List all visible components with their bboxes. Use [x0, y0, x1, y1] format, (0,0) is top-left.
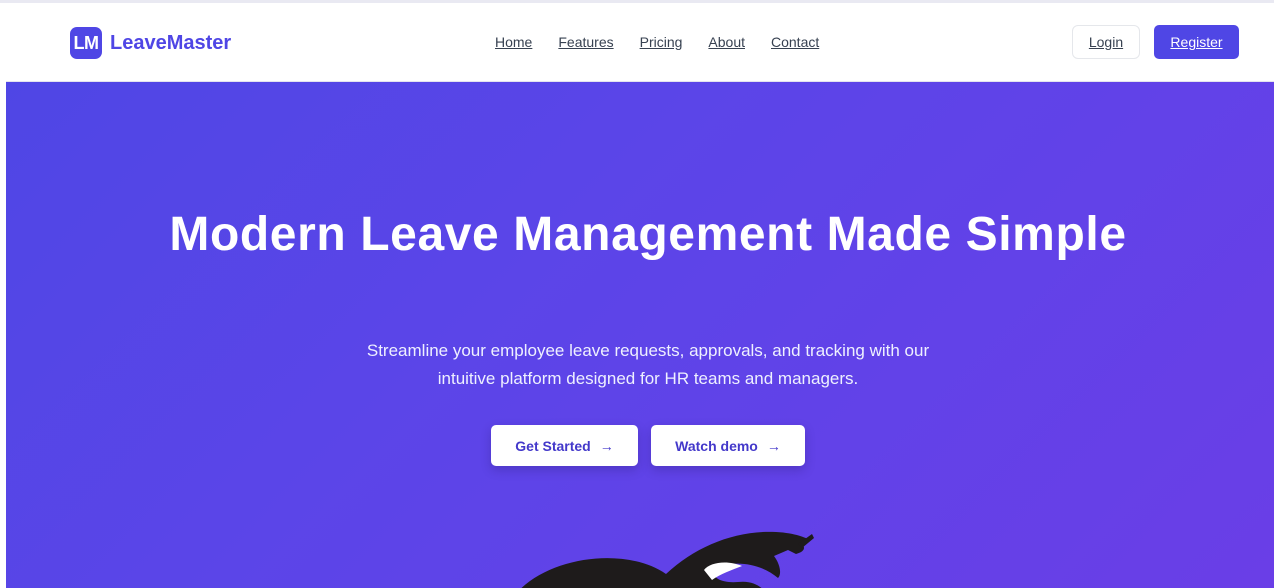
watch-demo-button[interactable]: Watch demo → [651, 425, 805, 466]
nav-contact-link[interactable]: Contact [771, 34, 819, 50]
main-nav: Home Features Pricing About Contact [495, 34, 819, 50]
login-button[interactable]: Login [1072, 25, 1140, 59]
watch-demo-label: Watch demo [675, 437, 758, 454]
register-button[interactable]: Register [1154, 25, 1239, 59]
get-started-button[interactable]: Get Started → [491, 425, 638, 466]
arrow-right-icon: → [599, 437, 614, 454]
right-gutter [1274, 0, 1280, 588]
nav-home-link[interactable]: Home [495, 34, 532, 50]
page: LM LeaveMaster Home Features Pricing Abo… [0, 0, 1280, 588]
brand-name: LeaveMaster [110, 31, 232, 54]
nav-pricing-link[interactable]: Pricing [640, 34, 683, 50]
site-header: LM LeaveMaster Home Features Pricing Abo… [6, 3, 1274, 82]
get-started-label: Get Started [515, 437, 591, 454]
hero-section: Modern Leave Management Made Simple Stre… [6, 82, 1274, 588]
hero-title: Modern Leave Management Made Simple [169, 208, 1127, 261]
brand-logo-link[interactable]: LM LeaveMaster [70, 27, 231, 59]
nav-about-link[interactable]: About [708, 34, 745, 50]
arrow-right-icon: → [766, 437, 781, 454]
logo-icon: LM [70, 27, 102, 59]
hero-subtitle: Streamline your employee leave requests,… [366, 341, 930, 388]
hero-illustration [521, 531, 814, 588]
nav-features-link[interactable]: Features [558, 34, 613, 50]
